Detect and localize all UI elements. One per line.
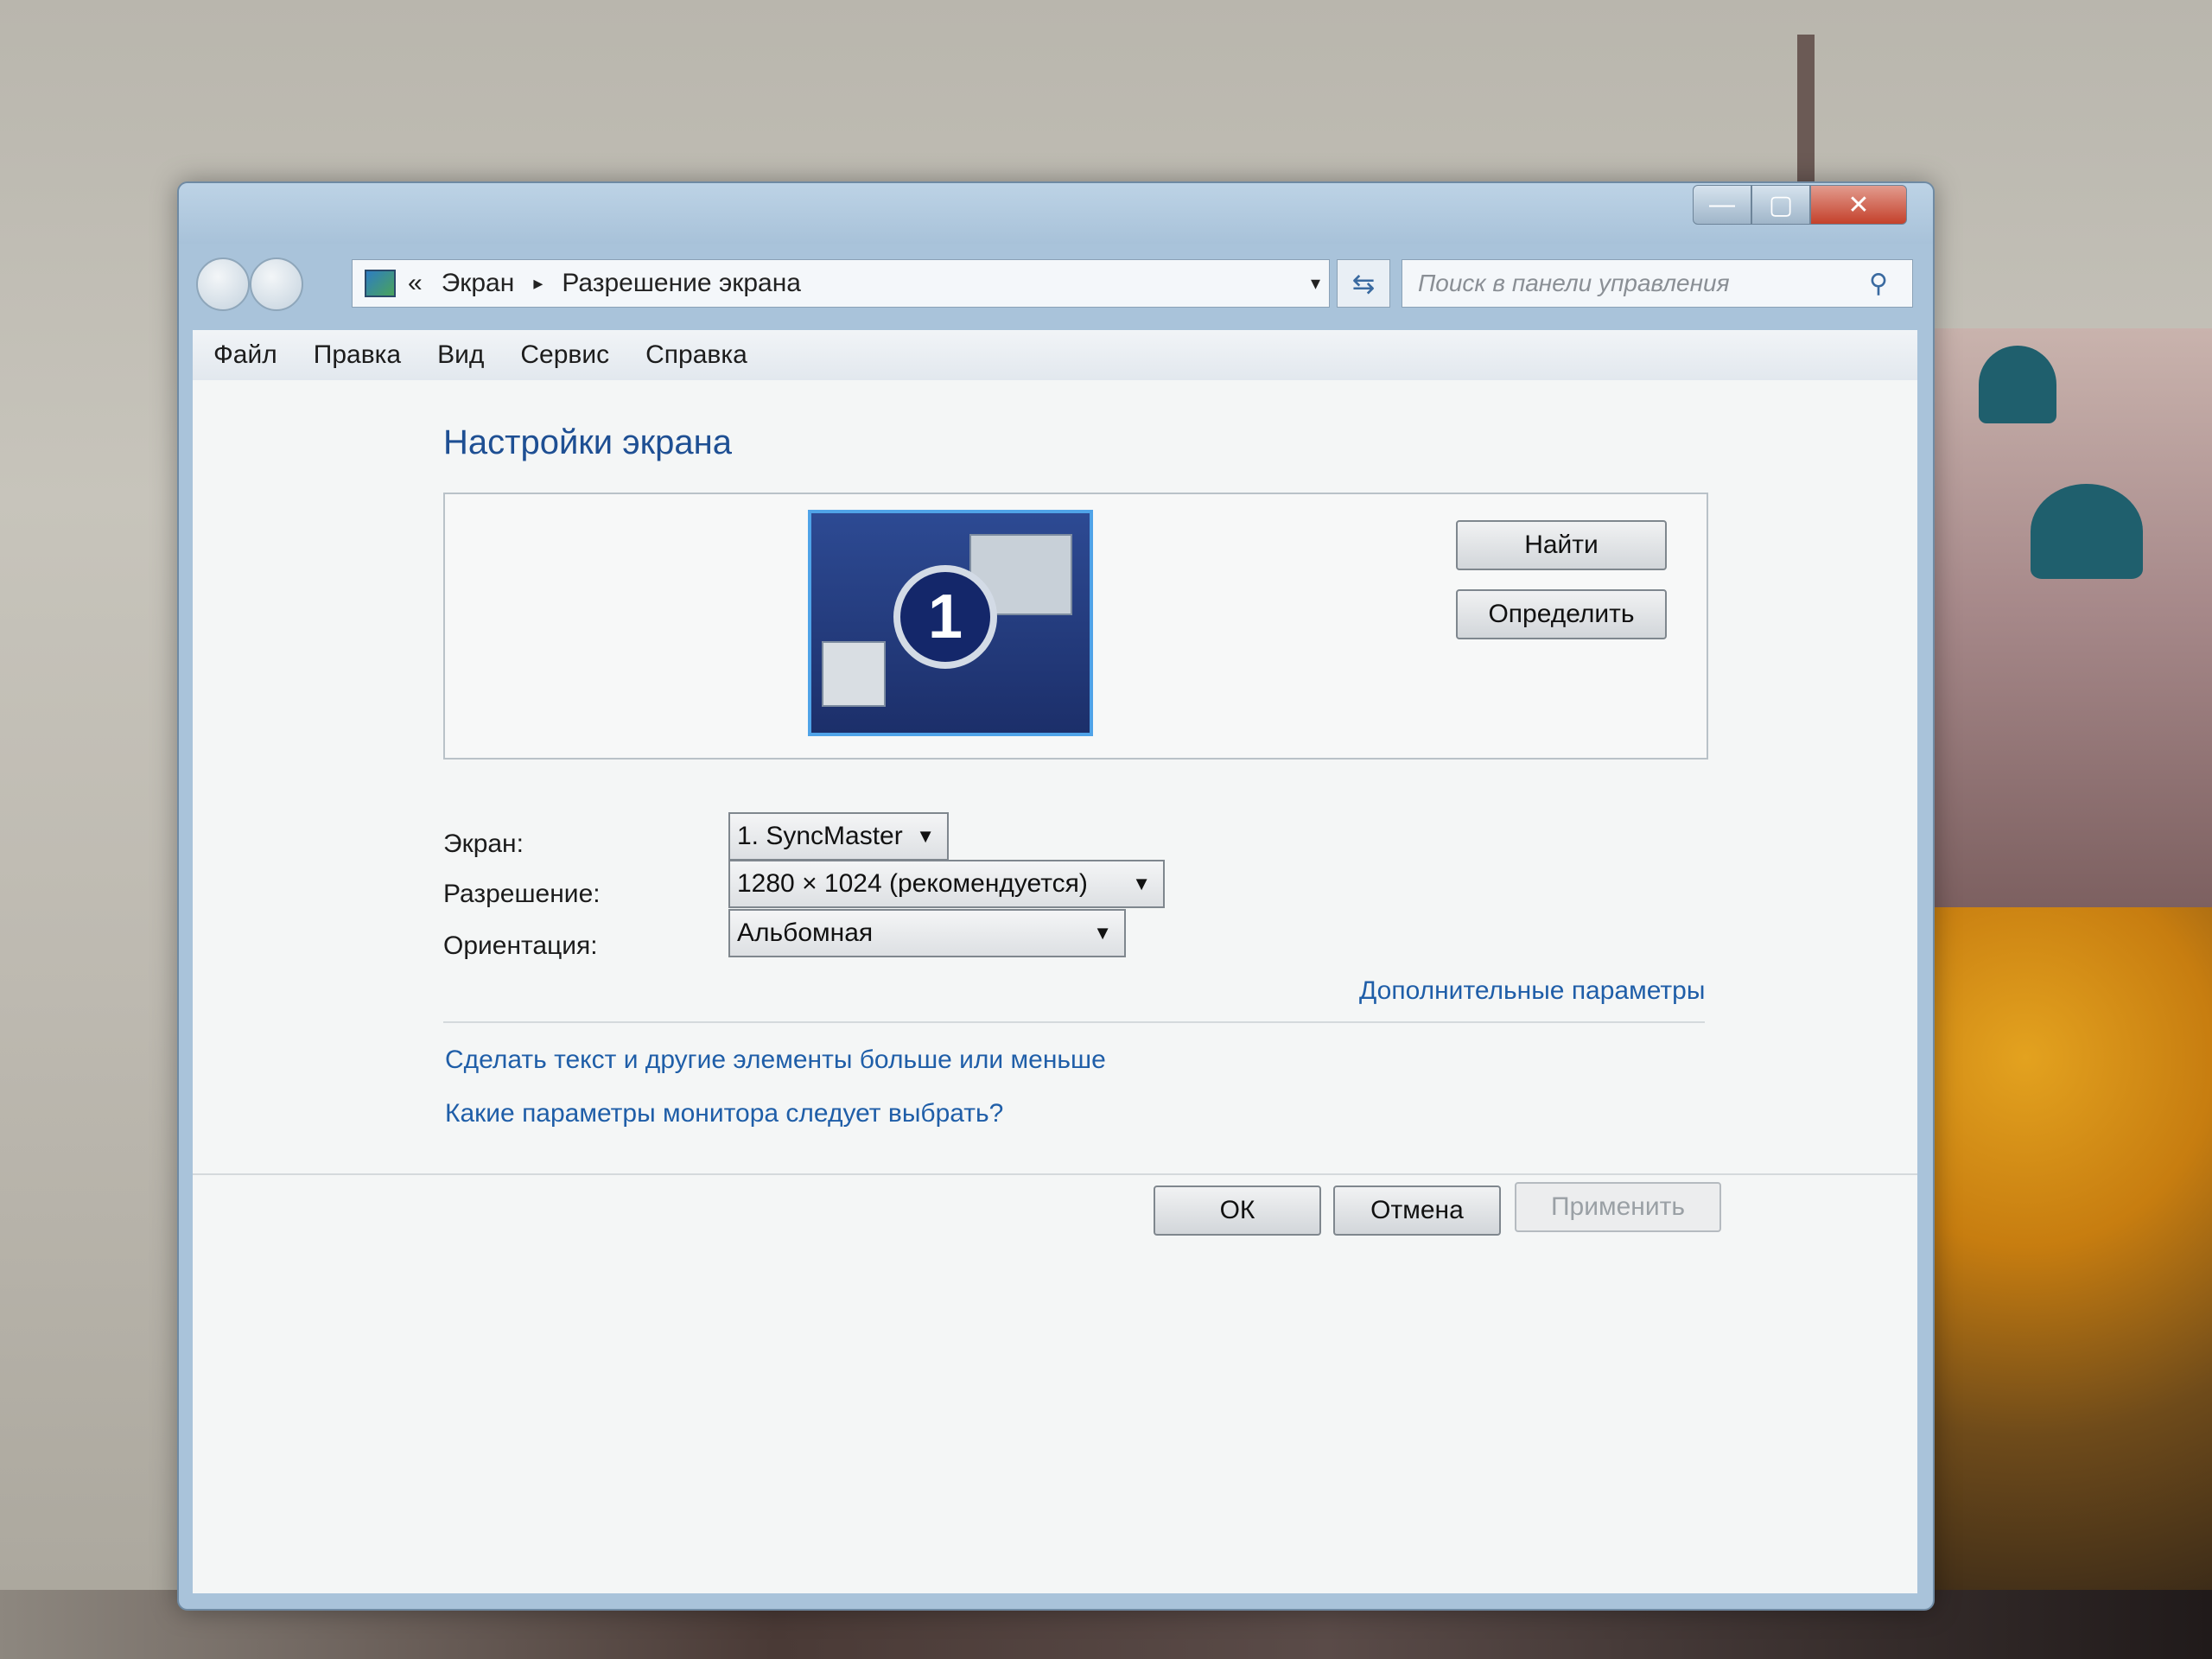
address-dropdown-icon[interactable]: ▾	[1311, 272, 1320, 295]
back-button[interactable]	[196, 257, 250, 311]
menu-edit[interactable]: Правка	[314, 340, 401, 370]
page-title: Настройки экрана	[443, 423, 732, 461]
maximize-icon: ▢	[1768, 190, 1794, 219]
refresh-button[interactable]: ⇆	[1337, 259, 1390, 308]
display-select[interactable]: 1. SyncMaster ▼	[728, 812, 949, 861]
search-box: ⚲	[1402, 259, 1913, 308]
content-area: Настройки экрана 1 Найти Определить Экра…	[193, 380, 1917, 1593]
display-select-value: 1. SyncMaster	[737, 822, 903, 850]
chevron-down-icon: ▼	[916, 825, 935, 847]
minimize-button[interactable]: —	[1693, 185, 1751, 225]
divider	[443, 1021, 1705, 1023]
breadcrumb-screen-resolution[interactable]: Разрешение экрана	[562, 269, 801, 298]
chevron-down-icon: ▼	[1093, 922, 1112, 944]
address-chevrons[interactable]: «	[408, 269, 423, 298]
resolution-select[interactable]: 1280 × 1024 (рекомендуется) ▼	[728, 860, 1165, 908]
menu-view[interactable]: Вид	[437, 340, 484, 370]
resolution-label: Разрешение:	[443, 880, 601, 908]
search-icon[interactable]: ⚲	[1869, 269, 1888, 299]
footer-divider	[193, 1173, 1917, 1175]
caption-buttons: — ▢ ✕	[1693, 185, 1907, 225]
background-trees	[1901, 907, 2212, 1659]
title-bar[interactable]: — ▢ ✕	[179, 183, 1933, 244]
resolution-select-value: 1280 × 1024 (рекомендуется)	[737, 869, 1088, 898]
maximize-button[interactable]: ▢	[1751, 185, 1810, 225]
window-thumbnail-icon	[822, 641, 886, 707]
find-button[interactable]: Найти	[1456, 520, 1667, 570]
close-button[interactable]: ✕	[1810, 185, 1907, 225]
chevron-down-icon: ▼	[1132, 873, 1151, 894]
ok-button[interactable]: ОК	[1154, 1185, 1321, 1236]
background-dome	[2031, 484, 2143, 579]
orientation-select[interactable]: Альбомная ▼	[728, 909, 1126, 957]
background-tower	[1797, 35, 1815, 190]
display-settings-window: — ▢ ✕ « Экран ▸ Разрешение экрана ▾ ⇆ ⚲ …	[177, 181, 1935, 1611]
identify-button[interactable]: Определить	[1456, 589, 1667, 639]
search-input[interactable]	[1402, 269, 1869, 298]
navigation-bar: « Экран ▸ Разрешение экрана ▾ ⇆ ⚲	[196, 252, 1916, 313]
close-icon: ✕	[1847, 190, 1870, 219]
background-dome	[1979, 346, 2056, 423]
display-label: Экран:	[443, 830, 524, 858]
menu-bar: Файл Правка Вид Сервис Справка	[193, 330, 1917, 380]
forward-button[interactable]	[250, 257, 303, 311]
monitor-number-badge: 1	[893, 565, 997, 669]
refresh-icon: ⇆	[1351, 268, 1376, 299]
monitor-settings-help-link[interactable]: Какие параметры монитора следует выбрать…	[445, 1099, 1003, 1128]
control-panel-icon	[365, 270, 396, 297]
orientation-label: Ориентация:	[443, 931, 598, 960]
address-bar[interactable]: « Экран ▸ Разрешение экрана ▾	[352, 259, 1330, 308]
breadcrumb-display[interactable]: Экран	[442, 269, 515, 298]
menu-file[interactable]: Файл	[213, 340, 277, 370]
monitor-1-thumbnail[interactable]: 1	[808, 510, 1093, 736]
text-size-link[interactable]: Сделать текст и другие элементы больше и…	[445, 1046, 1106, 1075]
breadcrumb-separator-icon[interactable]: ▸	[533, 272, 543, 295]
menu-tools[interactable]: Сервис	[520, 340, 609, 370]
orientation-select-value: Альбомная	[737, 918, 874, 947]
minimize-icon: —	[1709, 190, 1735, 219]
menu-help[interactable]: Справка	[645, 340, 747, 370]
apply-button[interactable]: Применить	[1515, 1182, 1721, 1232]
monitor-preview-panel: 1 Найти Определить	[443, 493, 1708, 760]
advanced-settings-link[interactable]: Дополнительные параметры	[1359, 976, 1705, 1006]
cancel-button[interactable]: Отмена	[1333, 1185, 1501, 1236]
